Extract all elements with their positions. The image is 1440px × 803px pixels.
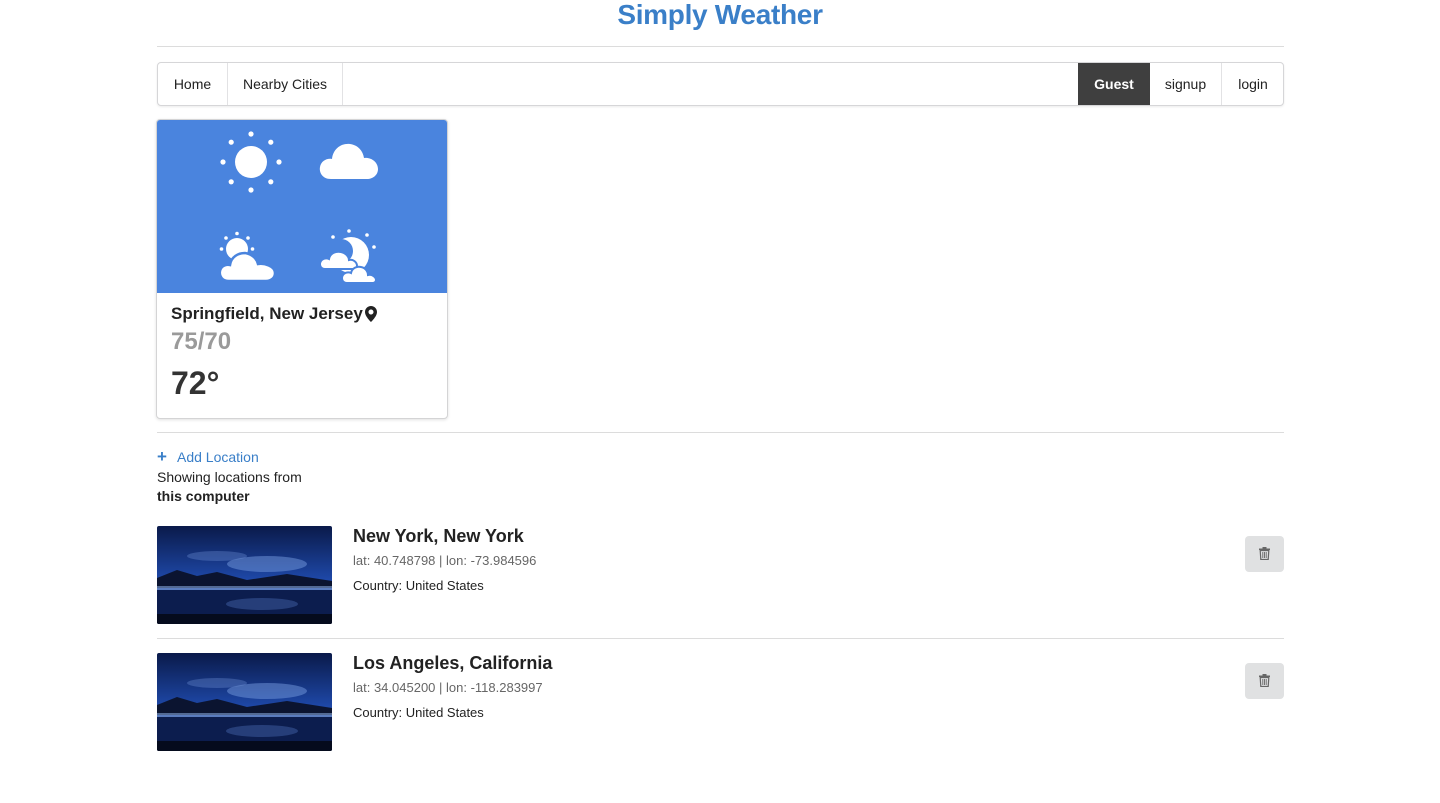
main-navbar: Home Nearby Cities Guest signup login	[157, 62, 1284, 106]
location-thumbnail	[157, 653, 332, 751]
list-item: Los Angeles, California lat: 34.045200 |…	[157, 653, 1284, 753]
current-city-name: Springfield, New Jersey	[171, 304, 363, 323]
current-temp: 72°	[171, 365, 220, 401]
weather-icons-panel	[157, 120, 447, 293]
section-divider	[157, 432, 1284, 433]
nav-signup[interactable]: signup	[1150, 63, 1222, 105]
location-coords: lat: 34.045200 | lon: -118.283997	[353, 680, 543, 695]
app-title: Simply Weather	[617, 0, 823, 30]
showing-locations-text: Showing locations from	[157, 469, 302, 485]
header-divider	[157, 46, 1284, 47]
add-location-label: Add Location	[177, 449, 259, 465]
location-name[interactable]: New York, New York	[353, 526, 524, 547]
location-country: Country: United States	[353, 705, 484, 720]
list-item: New York, New York lat: 40.748798 | lon:…	[157, 526, 1284, 626]
high-low-temp: 75/70	[171, 328, 232, 355]
cloud-icon	[319, 143, 378, 179]
nav-login[interactable]: login	[1222, 63, 1284, 105]
plus-icon: +	[157, 447, 167, 466]
map-pin-icon	[365, 306, 377, 322]
trash-icon	[1259, 674, 1270, 687]
list-divider	[157, 638, 1284, 639]
add-location-link[interactable]: + Add Location	[157, 447, 259, 466]
cloudy-night-icon	[319, 229, 378, 284]
nav-nearby-cities[interactable]: Nearby Cities	[228, 63, 343, 105]
showing-locations-source: this computer	[157, 488, 250, 504]
nav-home[interactable]: Home	[158, 63, 228, 105]
partly-cloudy-icon	[218, 231, 277, 283]
delete-location-button[interactable]	[1245, 536, 1284, 572]
location-country: Country: United States	[353, 578, 484, 593]
trash-icon	[1259, 547, 1270, 560]
current-weather-card[interactable]: Springfield, New Jersey 75/70 72°	[156, 119, 448, 419]
location-thumbnail	[157, 526, 332, 624]
delete-location-button[interactable]	[1245, 663, 1284, 699]
sun-icon	[220, 131, 282, 193]
location-name[interactable]: Los Angeles, California	[353, 653, 552, 674]
nav-guest[interactable]: Guest	[1078, 63, 1150, 105]
location-coords: lat: 40.748798 | lon: -73.984596	[353, 553, 537, 568]
